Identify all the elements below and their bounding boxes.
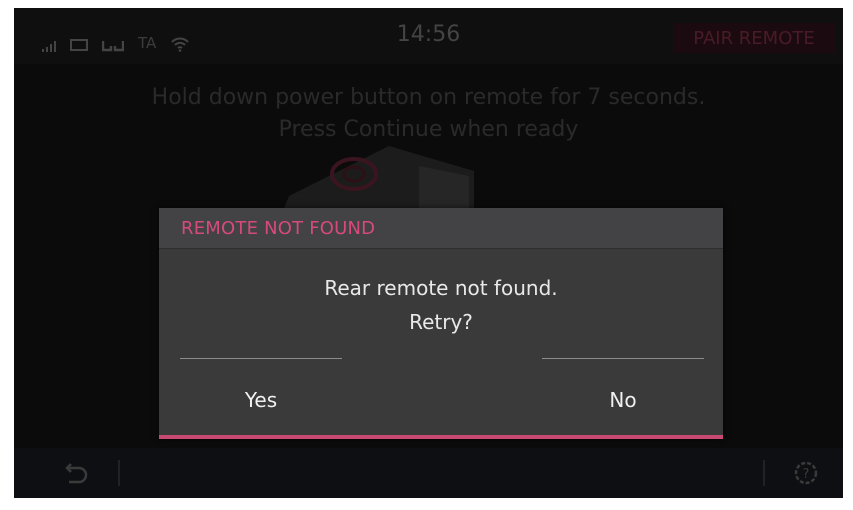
back-button[interactable] [58,458,96,488]
svg-text:?: ? [803,467,810,482]
bottom-bar: ? [14,448,843,498]
dialog-header: REMOTE NOT FOUND [159,208,723,249]
yes-button[interactable]: Yes [180,380,342,420]
help-icon: ? [794,461,818,485]
divider [118,460,120,486]
remote-not-found-dialog: REMOTE NOT FOUND Rear remote not found. … [159,208,723,439]
button-separator [180,358,342,359]
instruction-line: Hold down power button on remote for 7 s… [151,85,706,110]
divider [763,460,765,486]
button-separator [542,358,704,359]
status-bar: TA 14:56 PAIR REMOTE [14,8,843,64]
message-line: Rear remote not found. [324,276,558,300]
mode-label: PAIR REMOTE [673,23,835,53]
message-line: Retry? [409,310,473,334]
back-icon [65,463,88,484]
dialog-message: Rear remote not found. Retry? [159,271,723,339]
dialog-accent-bar [159,435,723,439]
screen: TA 14:56 PAIR REMOTE Hold down power but… [14,8,843,498]
no-button[interactable]: No [542,380,704,420]
dialog-title: REMOTE NOT FOUND [181,218,376,239]
help-button[interactable]: ? [789,456,823,490]
